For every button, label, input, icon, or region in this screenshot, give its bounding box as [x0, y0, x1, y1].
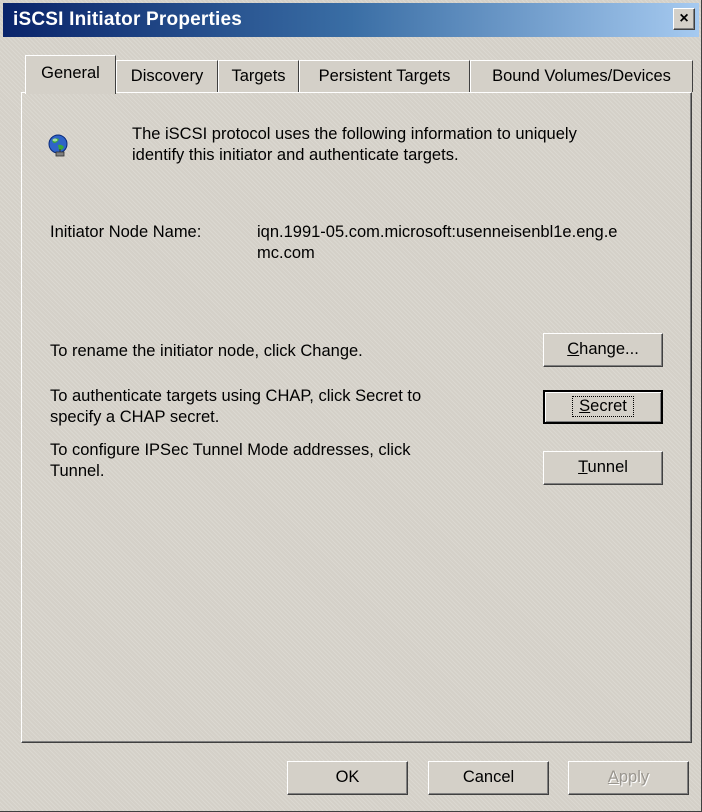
initiator-node-name-label: Initiator Node Name:: [50, 223, 202, 241]
ok-button-label: OK: [335, 768, 360, 786]
ok-button[interactable]: OK: [287, 761, 408, 795]
apply-button-label: Apply: [607, 768, 650, 786]
close-icon: ×: [679, 10, 689, 27]
intro-line-2: identify this initiator and authenticate…: [132, 146, 459, 164]
title-bar[interactable]: iSCSI Initiator Properties ×: [3, 3, 699, 37]
tab-general[interactable]: General: [25, 55, 116, 94]
secret-button[interactable]: Secret: [543, 390, 663, 424]
chap-instruction: To authenticate targets using CHAP, clic…: [50, 386, 421, 428]
apply-button[interactable]: Apply: [568, 761, 689, 795]
tunnel-instruction: To configure IPSec Tunnel Mode addresses…: [50, 440, 410, 482]
change-button-label: Change...: [567, 340, 639, 358]
cancel-button[interactable]: Cancel: [428, 761, 549, 795]
tab-targets[interactable]: Targets: [218, 60, 299, 92]
tab-targets-label: Targets: [231, 67, 286, 85]
chap-line-1: To authenticate targets using CHAP, clic…: [50, 387, 422, 405]
tab-discovery[interactable]: Discovery: [116, 60, 218, 92]
tunnel-button[interactable]: Tunnel: [543, 451, 663, 485]
tab-persistent-targets[interactable]: Persistent Targets: [299, 60, 470, 92]
tab-persistent-targets-label: Persistent Targets: [318, 67, 451, 85]
node-name-line-1: iqn.1991-05.com.microsoft:usenneisenbl1e…: [257, 223, 618, 241]
window-title: iSCSI Initiator Properties: [13, 9, 243, 30]
node-name-line-2: mc.com: [257, 244, 315, 262]
rename-instruction: To rename the initiator node, click Chan…: [50, 342, 363, 360]
tab-bound-volumes-devices[interactable]: Bound Volumes/Devices: [470, 60, 693, 92]
iscsi-properties-dialog: iSCSI Initiator Properties × General Dis…: [0, 0, 702, 812]
tab-bound-volumes-devices-label: Bound Volumes/Devices: [492, 67, 671, 85]
tab-general-label: General: [41, 64, 100, 82]
chap-line-2: specify a CHAP secret.: [50, 408, 220, 426]
cancel-button-label: Cancel: [462, 768, 515, 786]
tunnel-line-2: Tunnel.: [50, 462, 105, 480]
change-button[interactable]: Change...: [543, 333, 663, 367]
intro-line-1: The iSCSI protocol uses the following in…: [132, 125, 577, 143]
tunnel-button-label: Tunnel: [578, 458, 628, 476]
tunnel-line-1: To configure IPSec Tunnel Mode addresses…: [50, 441, 411, 459]
secret-button-label: Secret: [572, 396, 634, 417]
network-globe-icon: [48, 134, 68, 157]
intro-text: The iSCSI protocol uses the following in…: [132, 124, 577, 166]
tab-discovery-label: Discovery: [130, 67, 204, 85]
initiator-node-name-value: iqn.1991-05.com.microsoft:usenneisenbl1e…: [257, 222, 617, 264]
close-button[interactable]: ×: [673, 8, 695, 30]
